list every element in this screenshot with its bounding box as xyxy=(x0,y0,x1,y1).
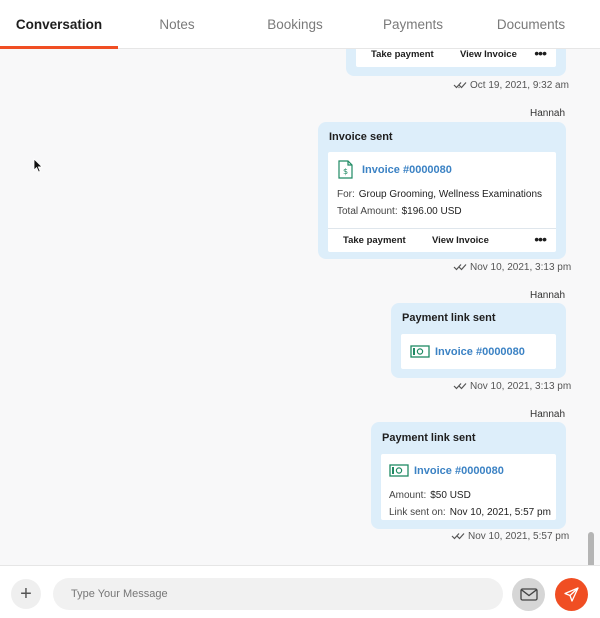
money-icon xyxy=(389,464,409,477)
invoice-link[interactable]: Invoice #0000080 xyxy=(414,465,504,477)
tab-notes[interactable]: Notes xyxy=(118,0,236,48)
email-button[interactable] xyxy=(512,578,545,611)
payment-link-card: Invoice #0000080 Amount: $50 USD Link sen… xyxy=(381,454,556,520)
message-timestamp: Nov 10, 2021, 3:13 pm xyxy=(453,381,571,392)
invoice-card: Take payment View Invoice ••• xyxy=(356,49,556,67)
take-payment-button[interactable]: Take payment xyxy=(343,235,406,246)
payment-link-bubble: Payment link sent Invoice #0000080 Amoun… xyxy=(371,422,566,529)
take-payment-button[interactable]: Take payment xyxy=(371,49,434,60)
scrollbar-thumb[interactable] xyxy=(588,532,594,565)
add-attachment-button[interactable]: + xyxy=(11,579,41,609)
tab-conversation[interactable]: Conversation xyxy=(0,0,118,49)
svg-text:$: $ xyxy=(343,167,348,176)
send-button[interactable] xyxy=(555,578,588,611)
invoice-actions: Take payment View Invoice ••• xyxy=(328,228,556,252)
tab-bookings[interactable]: Bookings xyxy=(236,0,354,48)
envelope-icon xyxy=(519,588,538,601)
double-check-icon xyxy=(453,264,467,271)
invoice-for-row: For: Group Grooming, Wellness Examination… xyxy=(337,189,543,200)
double-check-icon xyxy=(453,383,467,390)
double-check-icon xyxy=(451,533,465,540)
message-title: Payment link sent xyxy=(382,432,476,444)
payment-amount-row: Amount: $50 USD xyxy=(389,490,471,501)
invoice-message-bubble: Invoice sent $ Invoice #0000080 For: Grou… xyxy=(318,122,566,259)
conversation-panel[interactable]: Take payment View Invoice ••• Oct 19, 20… xyxy=(0,49,600,565)
double-check-icon xyxy=(453,82,467,89)
payment-link-bubble: Payment link sent Invoice #0000080 xyxy=(391,303,566,378)
invoice-document-icon: $ xyxy=(338,160,353,179)
sender-name: Hannah xyxy=(530,409,566,420)
more-options-icon[interactable]: ••• xyxy=(534,49,547,60)
message-timestamp: Nov 10, 2021, 3:13 pm xyxy=(453,262,571,273)
tab-payments[interactable]: Payments xyxy=(354,0,472,48)
invoice-total-row: Total Amount: $196.00 USD xyxy=(337,206,462,217)
invoice-message-bubble: Take payment View Invoice ••• xyxy=(346,49,566,76)
message-timestamp: Nov 10, 2021, 5:57 pm xyxy=(451,531,569,542)
invoice-actions: Take payment View Invoice ••• xyxy=(356,49,556,67)
link-sent-row: Link sent on: Nov 10, 2021, 5:57 pm xyxy=(389,507,551,518)
message-title: Payment link sent xyxy=(402,312,496,324)
send-icon xyxy=(564,587,579,602)
invoice-card: $ Invoice #0000080 For: Group Grooming, W… xyxy=(328,152,556,252)
mouse-cursor-icon xyxy=(33,158,43,173)
tab-documents[interactable]: Documents xyxy=(472,0,590,48)
invoice-link[interactable]: Invoice #0000080 xyxy=(362,164,452,176)
more-options-icon[interactable]: ••• xyxy=(534,232,547,246)
sender-name: Hannah xyxy=(530,108,566,119)
message-composer: + xyxy=(0,565,600,618)
money-icon xyxy=(410,345,430,358)
tab-bar: Conversation Notes Bookings Payments Doc… xyxy=(0,0,600,49)
message-input[interactable] xyxy=(53,578,503,610)
plus-icon: + xyxy=(20,582,32,605)
invoice-link[interactable]: Invoice #0000080 xyxy=(435,346,525,358)
payment-link-card: Invoice #0000080 xyxy=(401,334,556,369)
view-invoice-button[interactable]: View Invoice xyxy=(432,235,489,246)
view-invoice-button[interactable]: View Invoice xyxy=(460,49,517,60)
sender-name: Hannah xyxy=(530,290,566,301)
message-timestamp: Oct 19, 2021, 9:32 am xyxy=(453,80,569,91)
message-title: Invoice sent xyxy=(329,131,393,143)
